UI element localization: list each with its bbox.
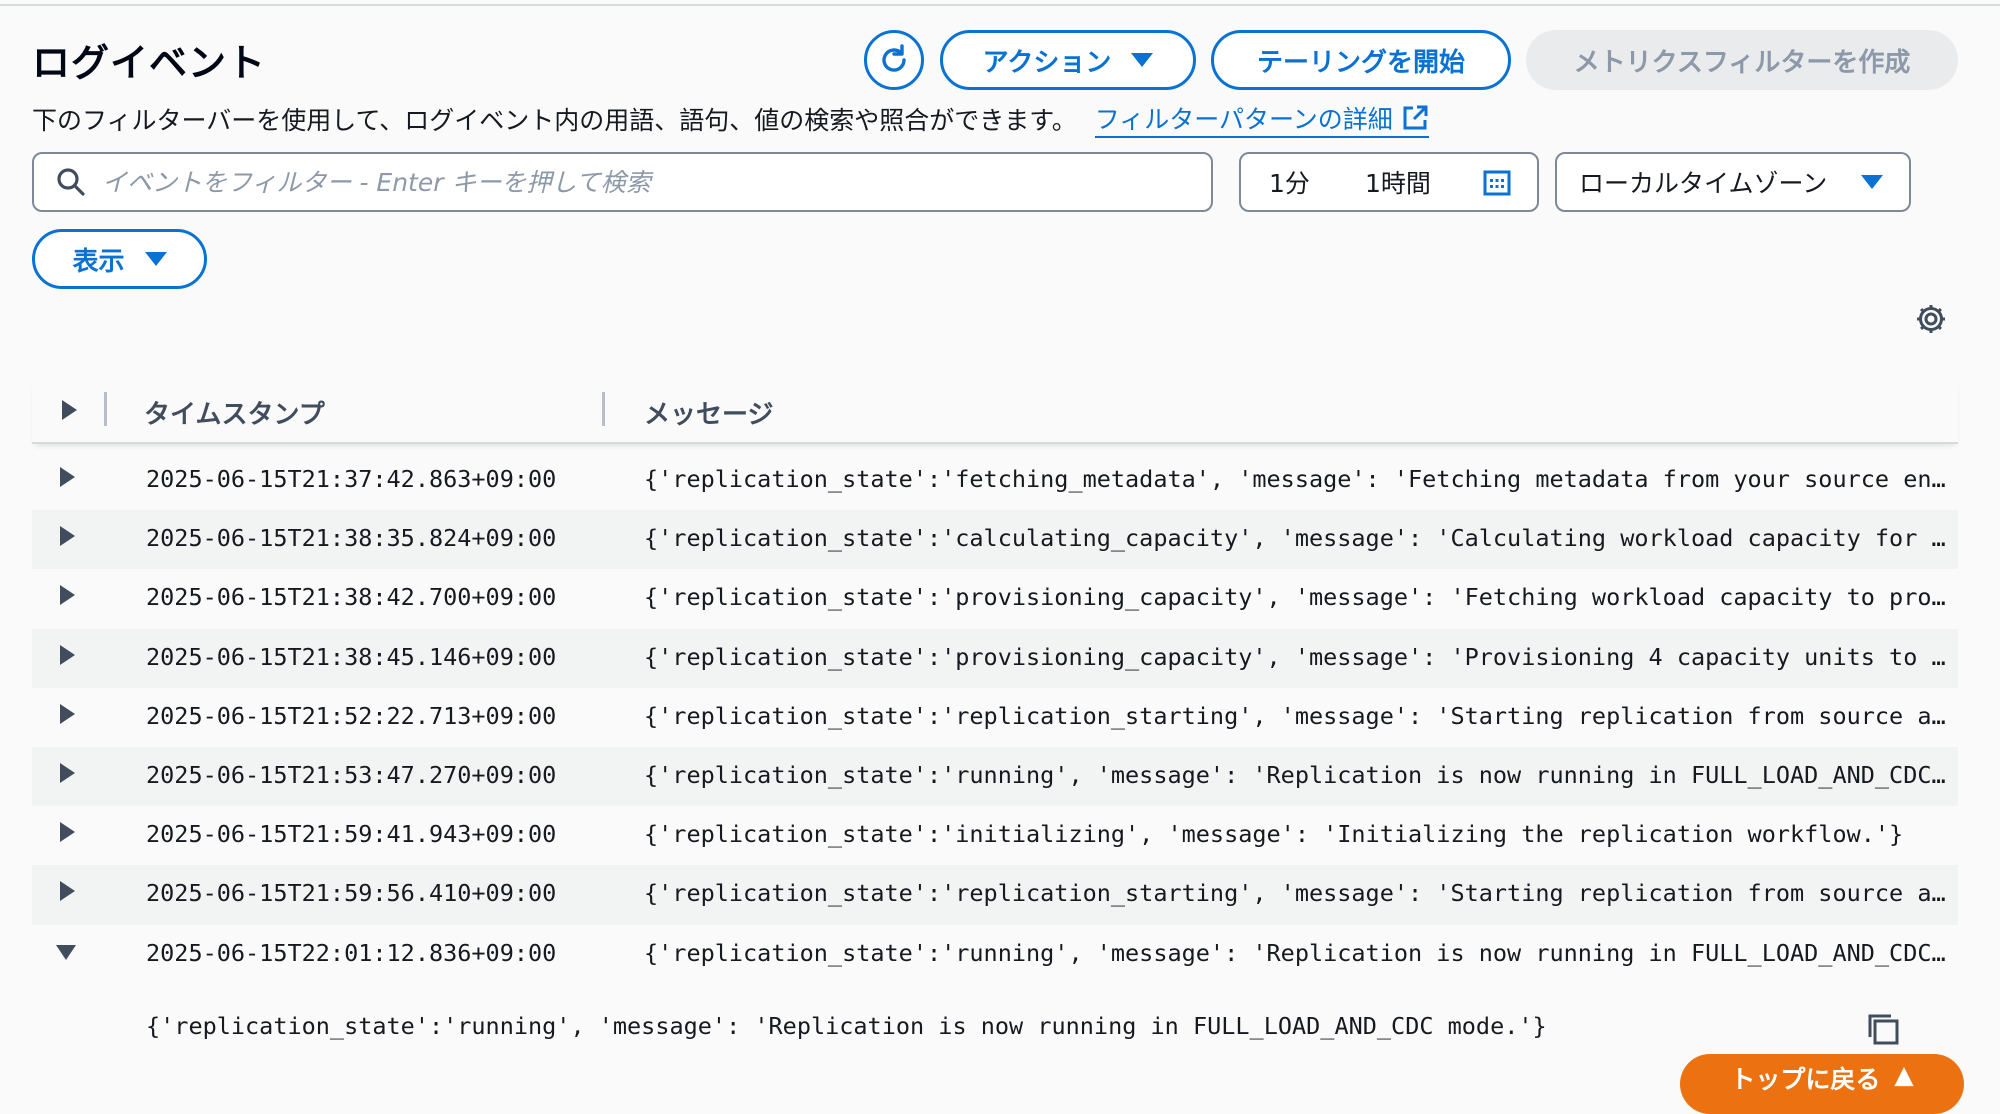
back-to-top-label: トップに戻る: [1730, 1065, 1881, 1094]
row-message: {'replication_state':'replication_starti…: [644, 701, 1946, 730]
table-row-expanded[interactable]: 2025-06-15T22:01:12.836+09:00 {'replicat…: [32, 925, 1958, 984]
row-timestamp: 2025-06-15T21:37:42.863+09:00: [146, 465, 557, 493]
caret-down-icon: [144, 252, 167, 266]
table-header: タイムスタンプ メッセージ: [32, 378, 1958, 444]
row-timestamp: 2025-06-15T21:38:35.824+09:00: [146, 524, 557, 553]
expand-row-icon[interactable]: [60, 881, 75, 902]
start-tailing-button[interactable]: テーリングを開始: [1211, 30, 1511, 90]
expand-all-icon[interactable]: [62, 400, 77, 420]
row-timestamp: 2025-06-15T21:38:42.700+09:00: [146, 583, 557, 612]
expand-row-icon[interactable]: [60, 822, 75, 843]
refresh-button[interactable]: [864, 30, 924, 90]
caret-down-icon: [1861, 175, 1883, 189]
table-row[interactable]: 2025-06-15T21:38:42.700+09:00 {'replicat…: [32, 569, 1958, 628]
filter-bar[interactable]: [32, 152, 1213, 212]
create-metric-filter-button[interactable]: メトリクスフィルターを作成: [1526, 30, 1958, 90]
row-message: {'replication_state':'initializing', 'me…: [644, 820, 1904, 849]
create-metric-filter-label: メトリクスフィルターを作成: [1573, 47, 1911, 78]
row-message: {'replication_state':'running', 'message…: [644, 938, 1946, 967]
display-button-label: 表示: [72, 246, 125, 277]
caret-down-icon: [1131, 53, 1154, 67]
row-timestamp: 2025-06-15T22:01:12.836+09:00: [146, 938, 557, 967]
row-message: {'replication_state':'fetching_metadata'…: [644, 465, 1946, 493]
actions-button-label: アクション: [982, 47, 1112, 78]
start-tailing-label: テーリングを開始: [1256, 47, 1465, 78]
column-header-timestamp[interactable]: タイムスタンプ: [144, 394, 325, 431]
row-timestamp: 2025-06-15T21:53:47.270+09:00: [146, 760, 557, 789]
expand-row-icon[interactable]: [60, 585, 75, 606]
collapse-row-icon[interactable]: [56, 944, 76, 960]
back-to-top-button[interactable]: トップに戻る ▲: [1680, 1054, 1964, 1114]
calendar-icon[interactable]: [1483, 169, 1511, 197]
refresh-icon: [882, 44, 906, 72]
timezone-selected: ローカルタイムゾーン: [1579, 169, 1828, 198]
expand-row-icon[interactable]: [60, 644, 75, 665]
expand-row-icon[interactable]: [60, 526, 75, 547]
row-message: {'replication_state':'running', 'message…: [644, 760, 1946, 789]
row-message: {'replication_state':'provisioning_capac…: [644, 583, 1946, 612]
row-timestamp: 2025-06-15T21:52:22.713+09:00: [146, 701, 557, 730]
table-row[interactable]: 2025-06-15T21:52:22.713+09:00 {'replicat…: [32, 688, 1958, 747]
external-link-icon: [1403, 105, 1428, 130]
range-option-1hour[interactable]: 1時間: [1365, 164, 1431, 200]
expanded-row-detail: {'replication_state':'running', 'message…: [146, 1012, 1547, 1040]
chevron-up-icon: ▲: [1894, 1060, 1914, 1089]
expand-row-icon[interactable]: [60, 762, 75, 783]
page-title: ログイベント: [32, 41, 267, 85]
copy-icon[interactable]: [1866, 1012, 1900, 1046]
table-row[interactable]: 2025-06-15T21:38:35.824+09:00 {'replicat…: [32, 510, 1958, 570]
actions-button[interactable]: アクション: [940, 30, 1196, 90]
row-message: {'replication_state':'replication_starti…: [644, 879, 1946, 908]
column-separator[interactable]: [104, 392, 107, 426]
row-timestamp: 2025-06-15T21:59:56.410+09:00: [146, 879, 557, 908]
row-timestamp: 2025-06-15T21:59:41.943+09:00: [146, 820, 557, 849]
search-icon: [57, 168, 85, 196]
description-text: 下のフィルターバーを使用して、ログイベント内の用語、語句、値の検索や照合ができま…: [32, 106, 1077, 135]
table-row[interactable]: 2025-06-15T21:37:42.863+09:00 {'replicat…: [32, 451, 1958, 510]
table-row[interactable]: 2025-06-15T21:59:56.410+09:00 {'replicat…: [32, 865, 1958, 925]
log-events-table: 2025-06-15T21:37:42.863+09:00 {'replicat…: [32, 451, 1958, 984]
table-row[interactable]: 2025-06-15T21:59:41.943+09:00 {'replicat…: [32, 806, 1958, 865]
display-button[interactable]: 表示: [32, 229, 207, 289]
time-range-selector[interactable]: 1分 1時間: [1239, 152, 1539, 212]
gear-icon[interactable]: [1914, 302, 1948, 336]
description: 下のフィルターバーを使用して、ログイベント内の用語、語句、値の検索や照合ができま…: [32, 100, 1429, 138]
row-message: {'replication_state':'calculating_capaci…: [644, 524, 1946, 553]
column-separator[interactable]: [602, 392, 605, 426]
filter-pattern-link[interactable]: フィルターパターンの詳細: [1094, 100, 1429, 138]
table-row[interactable]: 2025-06-15T21:53:47.270+09:00 {'replicat…: [32, 746, 1958, 807]
top-divider: [0, 4, 2000, 6]
expand-row-icon[interactable]: [60, 467, 75, 487]
table-row[interactable]: 2025-06-15T21:38:45.146+09:00 {'replicat…: [32, 628, 1958, 688]
row-timestamp: 2025-06-15T21:38:45.146+09:00: [146, 642, 557, 671]
filter-input[interactable]: [102, 167, 1211, 197]
range-option-1min[interactable]: 1分: [1269, 164, 1310, 200]
timezone-select[interactable]: ローカルタイムゾーン: [1555, 152, 1911, 212]
expand-row-icon[interactable]: [60, 703, 75, 724]
column-header-message[interactable]: メッセージ: [644, 394, 773, 431]
filter-pattern-link-label: フィルターパターンの詳細: [1094, 105, 1393, 134]
row-message: {'replication_state':'provisioning_capac…: [644, 642, 1946, 671]
